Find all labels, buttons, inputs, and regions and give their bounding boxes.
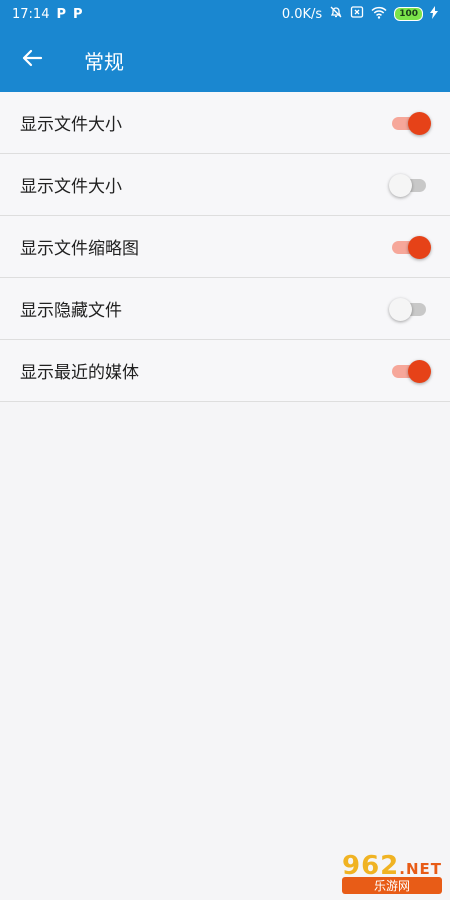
arrow-left-icon (21, 47, 43, 73)
setting-row-show-file-size-2[interactable]: 显示文件大小 (0, 154, 450, 216)
toggle-switch[interactable] (390, 359, 431, 383)
setting-row-show-hidden-files[interactable]: 显示隐藏文件 (0, 278, 450, 340)
status-bar: 17:14 P P 0.0K/s 100 (0, 0, 450, 28)
switch-thumb (389, 297, 412, 321)
status-bar-left: 17:14 P P (12, 7, 83, 22)
wifi-icon (371, 6, 387, 23)
bell-muted-icon (329, 5, 343, 23)
switch-thumb (408, 235, 431, 259)
setting-label: 显示最近的媒体 (20, 363, 139, 383)
charging-bolt-icon (430, 5, 438, 23)
status-time: 17:14 (12, 6, 50, 22)
battery-icon: 100 (394, 7, 423, 21)
network-speed: 0.0K/s (281, 6, 323, 22)
setting-row-show-thumbnails[interactable]: 显示文件缩略图 (0, 216, 450, 278)
toggle-switch[interactable] (390, 235, 431, 259)
status-bar-right: 0.0K/s 100 (282, 5, 438, 23)
setting-label: 显示文件大小 (20, 177, 122, 197)
setting-label: 显示文件缩略图 (20, 239, 139, 259)
switch-thumb (389, 173, 412, 197)
setting-label: 显示隐藏文件 (20, 301, 122, 321)
switch-thumb (408, 111, 431, 135)
switch-thumb (408, 359, 431, 383)
settings-list: 显示文件大小 显示文件大小 显示文件缩略图 显示隐藏文件 显示最近的媒体 (0, 92, 450, 402)
watermark-logo: 962.NET 乐游网 (341, 851, 442, 894)
setting-row-show-recent-media[interactable]: 显示最近的媒体 (0, 340, 450, 402)
toggle-switch[interactable] (389, 173, 430, 197)
app-badge-p-icon: P (56, 6, 66, 22)
page-title: 常规 (84, 49, 124, 74)
toggle-switch[interactable] (389, 297, 430, 321)
watermark-suffix: .NET (399, 860, 442, 878)
setting-label: 显示文件大小 (20, 115, 122, 135)
app-bar: 常规 (0, 28, 450, 92)
back-button[interactable] (4, 28, 60, 92)
app-badge-p-icon: P (73, 6, 83, 22)
sim-x-icon (350, 5, 364, 23)
setting-row-show-file-size[interactable]: 显示文件大小 (0, 92, 450, 154)
toggle-switch[interactable] (390, 111, 431, 135)
